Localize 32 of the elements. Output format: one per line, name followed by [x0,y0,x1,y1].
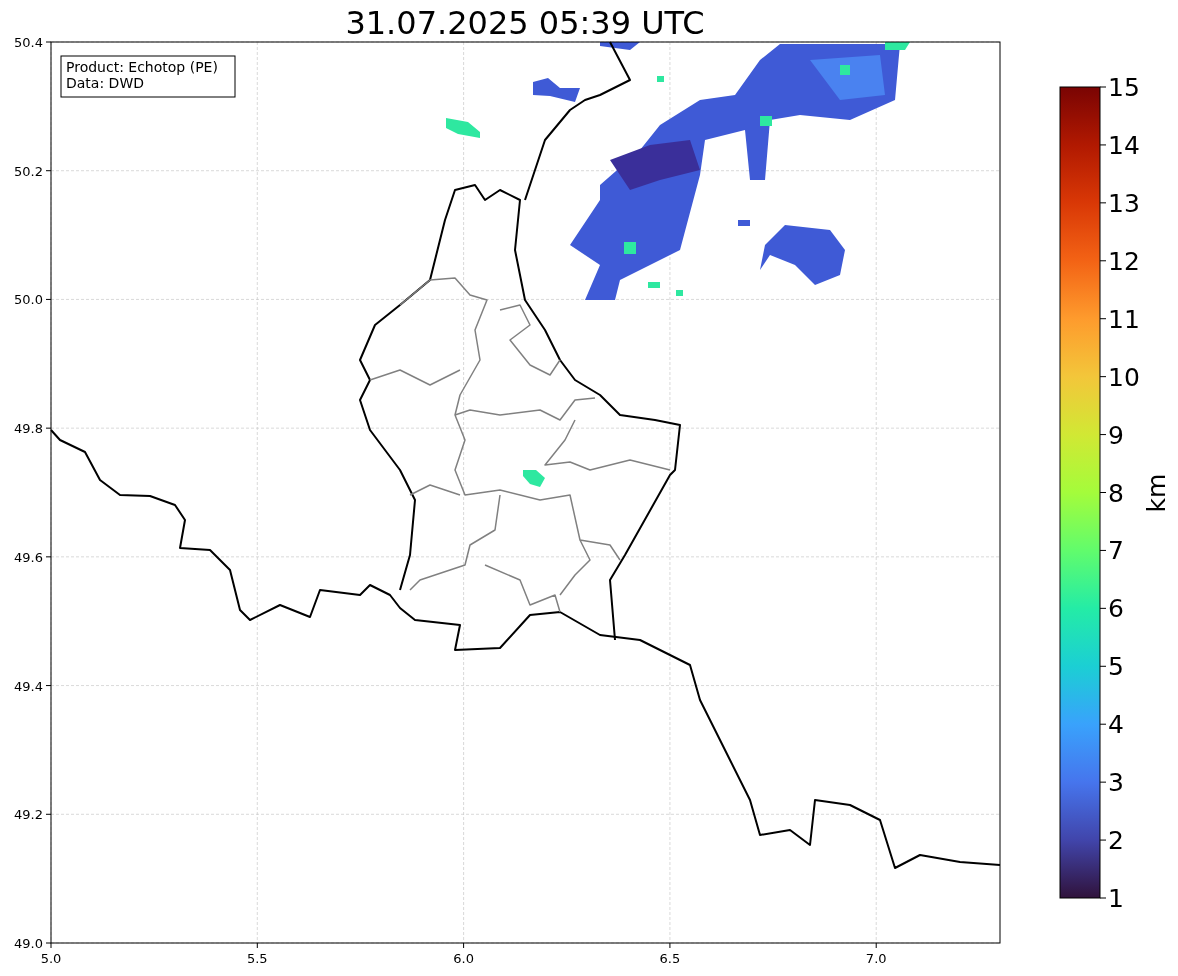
x-tick-label: 5.0 [40,951,62,966]
colorbar-tick-label: 2 [1108,826,1124,856]
colorbar-tick-label: 11 [1108,304,1140,334]
colorbar-tick-label: 1 [1108,884,1124,913]
chart-title: 31.07.2025 05:39 UTC [345,4,705,42]
y-tick-label: 49.8 [14,421,43,437]
x-tick-label: 5.5 [246,951,268,966]
legend-text: Data: DWD [66,75,144,91]
y-tick-label: 49.4 [14,678,43,694]
colorbar-tick-label: 3 [1108,768,1124,798]
y-tick-label: 49.6 [14,549,43,565]
y-tick-label: 49.0 [14,936,43,951]
x-tick-label: 6.5 [659,951,681,966]
colorbar-label: km [1142,473,1171,513]
y-tick-label: 50.2 [14,163,43,179]
colorbar-tick-label: 10 [1108,362,1140,392]
colorbar-tick-label: 13 [1108,188,1140,218]
colorbar-tick-label: 7 [1108,536,1124,566]
x-tick-label: 6.0 [453,951,474,966]
colorbar-tick-label: 6 [1108,594,1124,624]
y-tick-label: 50.0 [14,292,43,308]
colorbar-tick-label: 12 [1108,246,1140,276]
colorbar-tick-label: 4 [1108,710,1124,740]
legend-text: Product: Echotop (PE) [66,59,218,75]
colorbar-tick-label: 8 [1108,478,1124,508]
y-tick-label: 49.2 [14,807,43,823]
colorbar-tick-label: 5 [1108,652,1124,682]
x-tick-label: 7.0 [865,951,887,966]
colorbar-tick-label: 15 [1108,73,1140,102]
colorbar-tick-label: 14 [1108,130,1140,160]
y-tick-label: 50.4 [14,35,43,50]
colorbar-tick-label: 9 [1108,420,1124,450]
